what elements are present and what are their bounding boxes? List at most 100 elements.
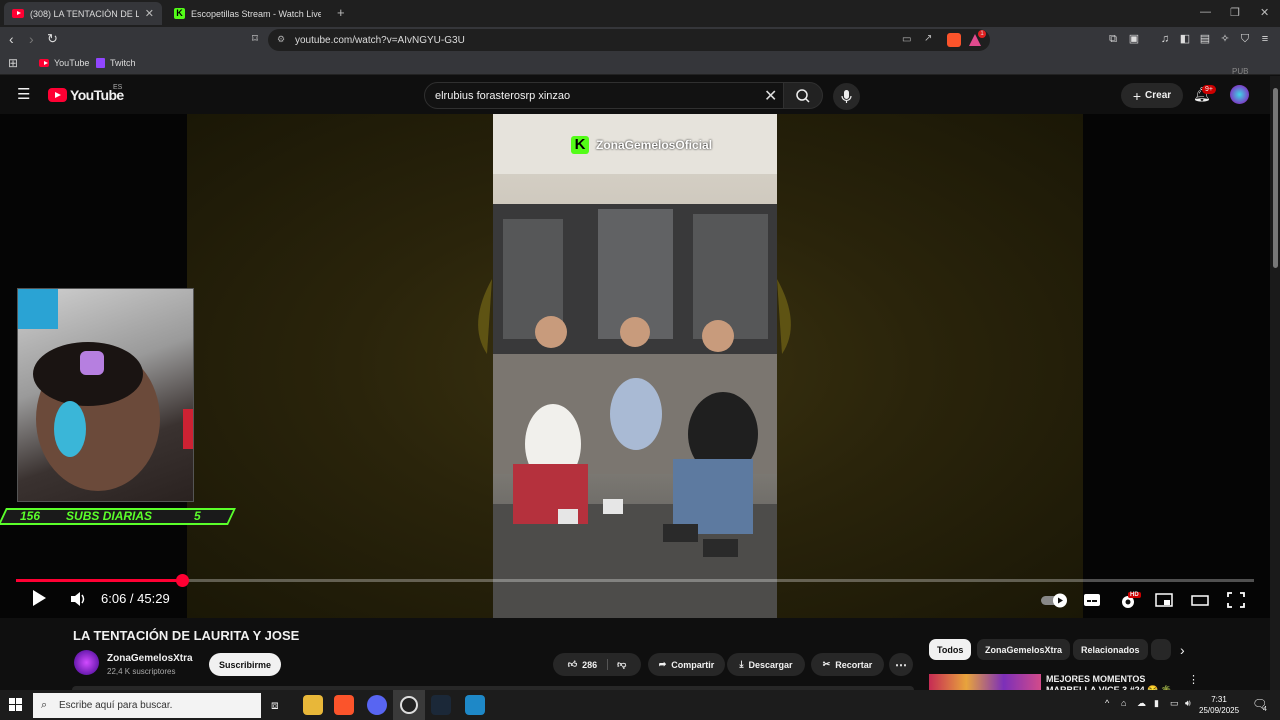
download-button[interactable]: ⤓ Descargar <box>727 653 805 676</box>
search-button[interactable] <box>783 82 823 109</box>
subs-counter: 156 SUBS DIARIAS 5 <box>20 509 220 524</box>
obs-icon <box>400 696 418 714</box>
tab-kick[interactable]: K Escopetillas Stream - Watch Live on Ki… <box>166 2 330 25</box>
progress-bar[interactable] <box>16 574 1254 587</box>
more-actions-button[interactable]: ⋯ <box>889 653 913 676</box>
media-icon[interactable]: ♫ <box>1159 33 1171 45</box>
like-button[interactable]: 👍︎ 286 <box>568 659 609 670</box>
system-clock[interactable]: 7:31 25/09/2025 <box>1199 694 1239 716</box>
channel-name[interactable]: ZonaGemelosXtra <box>107 653 193 664</box>
tab-youtube[interactable]: (308) LA TENTACIÓN DE LAURITA Y JOSE - Y… <box>4 2 162 25</box>
subscribe-button[interactable]: Suscribirme <box>209 653 281 676</box>
task-view-icon[interactable]: ⧈ <box>271 698 279 713</box>
close-window-icon[interactable]: ✕ <box>1260 6 1269 19</box>
reload-icon[interactable]: ↻ <box>47 31 58 47</box>
bookmark-label: YouTube <box>54 58 90 68</box>
voice-search-button[interactable] <box>833 83 860 110</box>
kick-logo-icon: K <box>571 136 589 154</box>
tray-volume-icon[interactable]: 🔊︎ <box>1185 698 1191 709</box>
theater-mode-icon[interactable] <box>1191 592 1209 612</box>
extensions-icon[interactable]: ⧉ <box>1107 33 1119 45</box>
forward-icon[interactable]: › <box>29 31 34 47</box>
video-title: LA TENTACIÓN DE LAURITA Y JOSE <box>73 628 300 643</box>
tray-wifi-icon[interactable]: ▭ <box>1170 698 1179 709</box>
clip-button[interactable]: ✂ Recortar <box>811 653 884 676</box>
file-explorer-icon[interactable] <box>303 695 323 715</box>
address-bar[interactable]: ⚙ youtube.com/watch?v=AIvNGYU-G3U ▭ ↗ 1 <box>268 29 990 51</box>
recommendation-menu-icon[interactable]: ⋮ <box>1188 673 1199 686</box>
discord-icon[interactable] <box>367 695 387 715</box>
bookmark-youtube[interactable]: YouTube <box>39 58 89 68</box>
streamer-camera-overlay <box>17 288 194 502</box>
sidebar-toggle-icon[interactable]: ◧ <box>1179 33 1191 45</box>
fullscreen-icon[interactable] <box>1227 592 1245 612</box>
channel-avatar[interactable] <box>74 650 99 675</box>
subs-left-count: 156 <box>20 509 41 523</box>
tray-network-icon[interactable]: ⌂ <box>1121 698 1126 708</box>
share-button[interactable]: ➦ Compartir <box>648 653 725 676</box>
clear-search-icon[interactable]: ✕ <box>764 86 777 106</box>
like-dislike-group: 👍︎ 286 👎︎ <box>553 653 641 676</box>
subtitles-icon[interactable] <box>1083 592 1101 612</box>
scrollbar-thumb[interactable] <box>1273 88 1278 268</box>
search-icon <box>796 89 810 103</box>
windows-start-icon[interactable] <box>9 698 22 716</box>
scrubber-handle[interactable] <box>175 574 189 587</box>
new-tab-button[interactable]: + <box>337 5 345 20</box>
recommendation-thumbnail[interactable] <box>929 674 1041 690</box>
dislike-button[interactable]: 👎︎ <box>613 659 626 670</box>
recommendation-title[interactable]: MEJORES MOMENTOS <box>1046 674 1145 684</box>
site-info-icon[interactable]: ⚙ <box>277 34 285 45</box>
chip-channel[interactable]: ZonaGemelosXtra <box>977 639 1071 660</box>
taskbar-search-input[interactable]: ⌕ Escribe aquí para buscar. <box>33 693 261 718</box>
menu-icon[interactable]: ≡ <box>1259 33 1271 45</box>
obs-taskbar-button[interactable] <box>393 690 425 720</box>
chip-todos[interactable]: Todos <box>929 639 972 660</box>
url-text: youtube.com/watch?v=AIvNGYU-G3U <box>295 34 465 46</box>
bookmark-twitch[interactable]: Twitch <box>96 58 136 68</box>
brave-browser-icon[interactable] <box>334 695 354 715</box>
watermark: K ZonaGemelosOficial <box>571 136 712 154</box>
bookmark-icon[interactable]: ⌑ <box>249 33 261 45</box>
chip-relacionados[interactable]: Relacionados <box>1073 639 1148 660</box>
restore-icon[interactable]: ❐ <box>1230 6 1240 19</box>
vpn-icon[interactable]: ⛉ <box>1239 33 1251 45</box>
tray-cloud-icon[interactable]: ☁ <box>1137 698 1146 709</box>
clip-label: Recortar <box>835 659 873 670</box>
minimize-icon[interactable]: — <box>1200 6 1211 18</box>
tab-title: (308) LA TENTACIÓN DE LAURITA Y JOSE - Y… <box>30 8 139 19</box>
chips-next-icon[interactable]: › <box>1180 642 1185 658</box>
watermark-text: ZonaGemelosOficial <box>596 138 713 152</box>
close-tab-icon[interactable]: ✕ <box>145 7 154 20</box>
download-icon: ⤓ <box>739 659 744 669</box>
leo-ai-icon[interactable]: ✧ <box>1219 33 1231 45</box>
search-input[interactable]: elrubius forasterosrp xinzao ✕ <box>424 82 784 109</box>
fortnite-icon[interactable] <box>465 695 485 715</box>
share-icon[interactable]: ↗ <box>924 33 932 44</box>
crypto-wallet-icon[interactable]: ▤ <box>1199 33 1211 45</box>
autoplay-toggle[interactable] <box>1040 592 1070 612</box>
twitch-favicon-icon <box>96 58 105 68</box>
volume-button[interactable] <box>70 590 88 612</box>
video-frame: K ZonaGemelosOficial <box>493 114 777 618</box>
wallet-icon[interactable]: ▣ <box>1128 33 1140 45</box>
steam-icon[interactable] <box>431 695 451 715</box>
apps-grid-icon[interactable]: ⊞ <box>8 56 18 70</box>
create-button[interactable]: + Crear <box>1121 83 1183 108</box>
page-scrollbar[interactable] <box>1270 76 1280 690</box>
video-player[interactable]: K ZonaGemelosOficial 156 SUBS DIARIAS 5 … <box>0 114 1270 618</box>
brave-shield-icon[interactable] <box>947 33 961 47</box>
chip-overflow[interactable] <box>1151 639 1171 660</box>
avatar[interactable] <box>1230 85 1249 104</box>
subs-right-count: 5 <box>194 509 201 523</box>
cast-icon[interactable]: ▭ <box>902 34 911 45</box>
plus-icon: + <box>1132 87 1142 104</box>
play-button[interactable] <box>31 589 47 611</box>
guide-menu-icon[interactable]: ☰ <box>17 85 30 103</box>
youtube-header: ☰ YouTube ES elrubius forasterosrp xinza… <box>0 67 1280 114</box>
back-icon[interactable]: ‹ <box>9 31 14 47</box>
tray-mic-icon[interactable]: ▮ <box>1154 698 1159 709</box>
tray-chevron-icon[interactable]: ^ <box>1105 698 1109 708</box>
miniplayer-icon[interactable] <box>1155 592 1173 612</box>
share-label: Compartir <box>671 659 715 670</box>
